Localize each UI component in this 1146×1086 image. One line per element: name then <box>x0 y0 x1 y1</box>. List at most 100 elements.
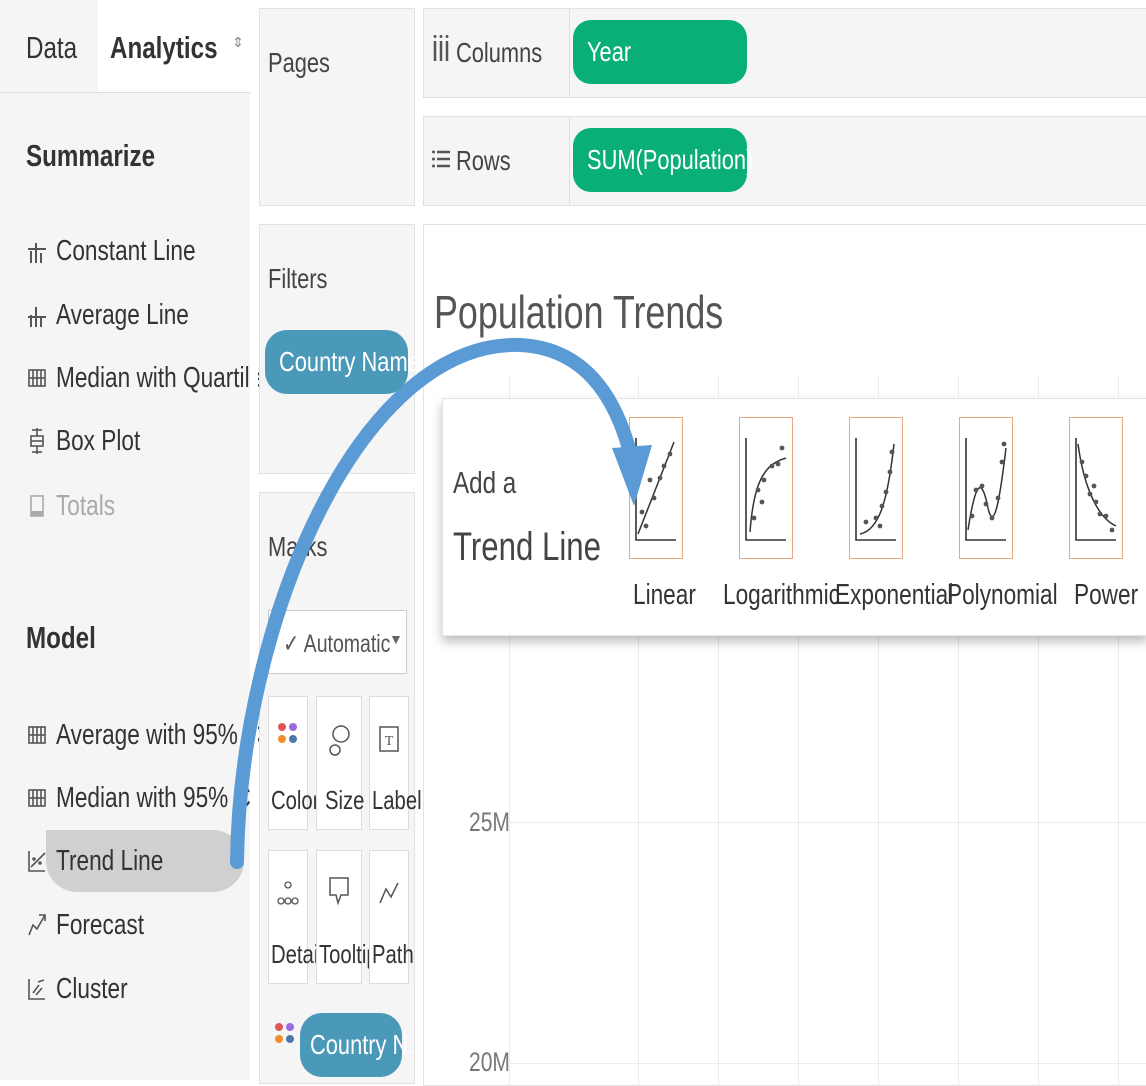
forecast-label: Forecast <box>56 908 145 941</box>
rows-divider <box>569 117 570 205</box>
filters-label: Filters <box>268 263 328 294</box>
constant-line-icon <box>26 238 48 264</box>
pane-separator <box>250 0 258 1080</box>
cluster-label: Cluster <box>56 972 128 1005</box>
median-ci-icon <box>26 785 48 811</box>
label-label: Label <box>372 785 422 815</box>
exponential-trend-icon <box>855 438 896 541</box>
power-trend-icon <box>1075 438 1117 541</box>
cluster-icon <box>26 976 48 1002</box>
trend-line-label: Trend Line <box>56 844 164 877</box>
marks-card: Marks ✓ Automatic ▼ Color Size T Label D… <box>259 492 422 1084</box>
view-canvas[interactable]: Population Trends 25M 20M <box>423 224 1146 1086</box>
columns-pill-year[interactable]: Year <box>573 20 747 84</box>
constant-line-label: Constant Line <box>56 234 196 267</box>
median-quartiles-label: Median with Quartiles <box>56 361 274 394</box>
columns-shelf[interactable]: Columns Year <box>423 8 1146 98</box>
marks-pill-country-name[interactable]: Country N.. <box>300 1013 420 1077</box>
size-icon <box>329 725 350 756</box>
box-plot-item[interactable]: Box Plot <box>26 419 164 463</box>
power-option[interactable] <box>1069 417 1123 559</box>
rows-icon <box>432 149 450 174</box>
rows-shelf[interactable]: Rows SUM(Population) <box>423 116 1146 206</box>
logarithmic-option[interactable] <box>739 417 793 559</box>
linear-option[interactable] <box>629 417 683 559</box>
filter-pill-label: Country Name <box>279 346 420 377</box>
gridline <box>509 1063 1146 1064</box>
detail-icon <box>277 881 299 905</box>
tooltip-button[interactable]: Tooltip <box>316 850 378 984</box>
totals-label: Totals <box>56 489 116 522</box>
median-ci-label: Median with 95% CI <box>56 781 258 814</box>
size-button[interactable]: Size <box>316 696 365 830</box>
exponential-option[interactable] <box>849 417 903 559</box>
marks-pill-label: Country N.. <box>310 1029 421 1060</box>
popup-line2: Trend Line <box>453 525 602 569</box>
constant-line-item[interactable]: Constant Line <box>26 229 235 273</box>
path-button[interactable]: Path <box>369 850 414 984</box>
forecast-icon <box>26 912 48 938</box>
rows-pill-label: SUM(Population) <box>587 144 754 175</box>
columns-icon <box>432 35 450 68</box>
label-icon: T <box>379 726 399 752</box>
tooltip-icon <box>329 877 349 906</box>
color-button[interactable]: Color <box>268 696 319 830</box>
columns-pill-label: Year <box>587 36 632 67</box>
pane-menu-icon[interactable]: ⇕ <box>226 0 250 92</box>
rows-label: Rows <box>456 145 511 176</box>
logarithmic-trend-icon <box>745 438 787 541</box>
label-button[interactable]: T Label <box>369 696 422 830</box>
mark-type-value: ✓ Automatic <box>283 630 391 658</box>
filters-shelf[interactable]: Filters Country Name <box>259 224 420 474</box>
trend-line-icon <box>26 848 48 874</box>
polynomial-option[interactable] <box>959 417 1013 559</box>
tab-analytics-label: Analytics <box>110 30 218 65</box>
logarithmic-label: Logarithmic <box>723 579 840 611</box>
totals-item: Totals <box>26 484 132 528</box>
path-icon <box>379 882 399 904</box>
pages-shelf[interactable]: Pages <box>259 8 415 206</box>
totals-icon <box>26 493 48 519</box>
exponential-label: Exponential <box>835 579 954 611</box>
tab-data-label: Data <box>26 30 78 65</box>
polynomial-label: Polynomial <box>947 579 1058 611</box>
color-label: Color <box>271 785 320 815</box>
average-line-icon <box>26 302 48 328</box>
average-line-label: Average Line <box>56 298 189 331</box>
cluster-item[interactable]: Cluster <box>26 967 148 1011</box>
tab-data[interactable]: Data <box>0 0 99 93</box>
power-label: Power <box>1074 579 1139 611</box>
detail-button[interactable]: Detail <box>268 850 323 984</box>
polynomial-trend-icon <box>965 438 1007 541</box>
y-tick-label: 20M <box>469 1047 510 1077</box>
trend-line-item[interactable]: Trend Line <box>26 839 194 883</box>
model-heading: Model <box>26 620 96 655</box>
analytics-pane: Data Analytics ⇕ Summarize Constant Line… <box>0 0 273 1080</box>
tab-analytics[interactable]: Analytics <box>98 0 227 92</box>
mark-type-text: Automatic <box>303 630 391 658</box>
median-quartiles-icon <box>26 365 48 391</box>
box-plot-label: Box Plot <box>56 424 141 457</box>
box-plot-icon <box>26 428 48 454</box>
mark-type-dropdown[interactable]: ✓ Automatic ▼ <box>268 610 407 674</box>
chevron-down-icon: ▼ <box>389 631 403 647</box>
forecast-item[interactable]: Forecast <box>26 903 169 947</box>
pages-label: Pages <box>268 47 330 78</box>
trend-line-popup: Add a Trend Line Linear Logarithmic Expo… <box>442 398 1146 636</box>
rows-pill-sum-population[interactable]: SUM(Population) <box>573 128 753 192</box>
size-label: Size <box>325 785 365 815</box>
path-label: Path <box>372 939 414 969</box>
y-tick-label: 25M <box>469 807 510 837</box>
columns-label: Columns <box>456 37 543 68</box>
color-icon <box>278 723 297 743</box>
svg-text:T: T <box>385 734 394 749</box>
linear-trend-icon <box>635 438 676 541</box>
filter-pill-country-name[interactable]: Country Name <box>265 330 420 394</box>
average-line-item[interactable]: Average Line <box>26 293 226 337</box>
linear-label: Linear <box>633 579 696 611</box>
average-ci-label: Average with 95% CI <box>56 718 267 751</box>
marks-label: Marks <box>268 531 328 562</box>
color-encoding-icon <box>275 1023 294 1043</box>
gridline <box>509 822 1146 823</box>
popup-line1: Add a <box>453 465 517 500</box>
